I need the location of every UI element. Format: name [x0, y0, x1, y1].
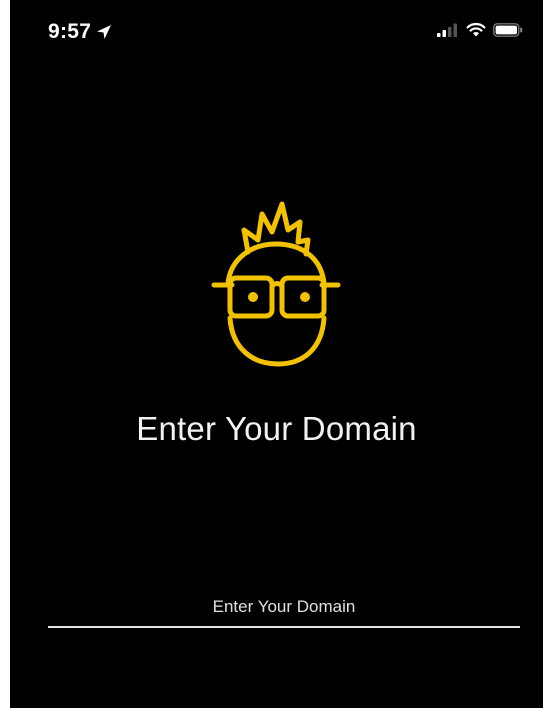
cellular-signal-icon: [437, 23, 459, 37]
page-title: Enter Your Domain: [136, 410, 417, 447]
status-time: 9:57: [48, 20, 92, 43]
status-bar: 9:57: [10, 0, 543, 60]
wifi-icon: [466, 22, 486, 37]
domain-field[interactable]: [48, 588, 520, 628]
domain-input[interactable]: [48, 588, 520, 626]
nerd-face-logo-icon: [206, 196, 356, 376]
status-icons: [437, 22, 523, 37]
location-arrow-icon: [96, 24, 112, 40]
app-screen: 9:57 Enter Your Domain Enter Your Domain: [10, 0, 543, 708]
status-time-group: 9:57: [48, 20, 112, 44]
battery-icon: [493, 22, 523, 37]
